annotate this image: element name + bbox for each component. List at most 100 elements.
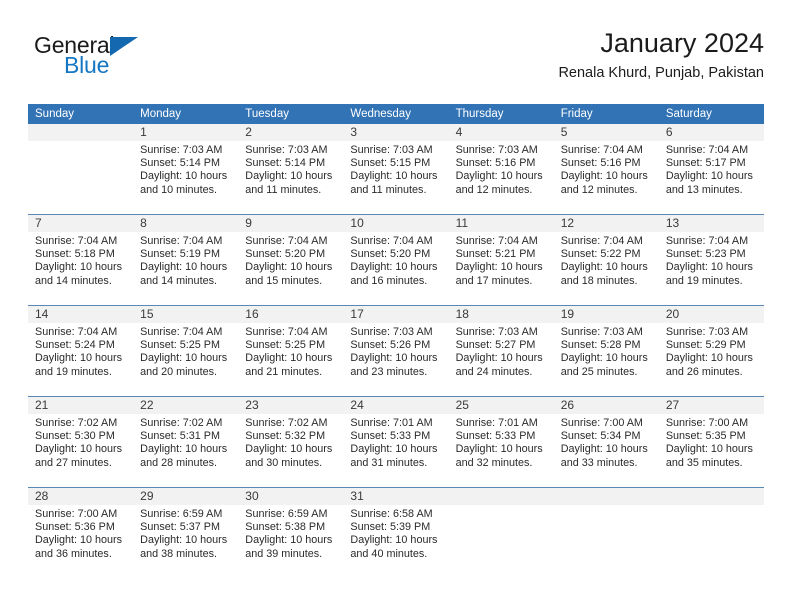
- sunrise-text: Sunrise: 6:58 AM: [350, 508, 433, 520]
- day-details: Sunrise: 7:00 AM Sunset: 5:35 PM Daylight:…: [659, 414, 764, 470]
- day-number: 25: [448, 397, 554, 414]
- day-number: 28: [28, 488, 134, 505]
- sunset-text: Sunset: 5:34 PM: [560, 430, 641, 443]
- day-cell[interactable]: 6 Sunrise: 7:04 AM Sunset: 5:17 PM Daylight…: [658, 124, 764, 214]
- daylight-text: Daylight: 10 hours and 20 minutes.: [140, 352, 228, 378]
- weekday-header-friday: Friday: [560, 108, 593, 120]
- day-cell[interactable]: 5 Sunrise: 7:04 AM Sunset: 5:16 PM Daylight…: [553, 124, 659, 214]
- day-cell[interactable]: 16 Sunrise: 7:04 AM Sunset: 5:25 PM Dayligh…: [238, 306, 344, 396]
- day-number: 2: [238, 124, 344, 141]
- day-cell[interactable]: 3 Sunrise: 7:03 AM Sunset: 5:15 PM Daylight…: [343, 124, 449, 214]
- daylight-text: Daylight: 10 hours and 11 minutes.: [245, 170, 333, 196]
- day-number: 29: [133, 488, 239, 505]
- sunrise-text: Sunrise: 7:02 AM: [35, 417, 118, 429]
- daylight-text: Daylight: 10 hours and 12 minutes.: [560, 170, 648, 196]
- sunset-text: Sunset: 5:17 PM: [665, 157, 746, 170]
- day-cell[interactable]: 4 Sunrise: 7:03 AM Sunset: 5:16 PM Daylight…: [448, 124, 554, 214]
- sunset-text: Sunset: 5:35 PM: [665, 430, 746, 443]
- calendar-week-row: 7 Sunrise: 7:04 AM Sunset: 5:18 PM Daylight…: [28, 214, 764, 305]
- sunset-text: Sunset: 5:23 PM: [665, 248, 746, 261]
- day-details: Sunrise: 7:02 AM Sunset: 5:31 PM Daylight:…: [133, 414, 238, 470]
- day-number: 19: [553, 306, 659, 323]
- day-cell[interactable]: 28 Sunrise: 7:00 AM Sunset: 5:36 PM Dayligh…: [28, 488, 134, 578]
- daylight-text: Daylight: 10 hours and 17 minutes.: [455, 261, 543, 287]
- day-cell[interactable]: 26 Sunrise: 7:00 AM Sunset: 5:34 PM Dayligh…: [553, 397, 659, 487]
- daylight-text: Daylight: 10 hours and 40 minutes.: [350, 534, 438, 560]
- day-cell[interactable]: 12 Sunrise: 7:04 AM Sunset: 5:22 PM Dayligh…: [553, 215, 659, 305]
- day-cell[interactable]: 14 Sunrise: 7:04 AM Sunset: 5:24 PM Dayligh…: [28, 306, 134, 396]
- sunrise-text: Sunrise: 7:03 AM: [665, 326, 749, 338]
- day-number: [553, 488, 659, 505]
- day-number: 18: [448, 306, 554, 323]
- day-details: Sunrise: 7:04 AM Sunset: 5:22 PM Daylight:…: [554, 232, 659, 288]
- day-cell[interactable]: 25 Sunrise: 7:01 AM Sunset: 5:33 PM Dayligh…: [448, 397, 554, 487]
- sunset-text: Sunset: 5:29 PM: [665, 339, 746, 352]
- day-number: 16: [238, 306, 344, 323]
- daylight-text: Daylight: 10 hours and 38 minutes.: [140, 534, 228, 560]
- sunset-text: Sunset: 5:25 PM: [245, 339, 326, 352]
- sunset-text: Sunset: 5:36 PM: [35, 521, 115, 534]
- day-number: 31: [343, 488, 449, 505]
- day-cell[interactable]: 29 Sunrise: 6:59 AM Sunset: 5:37 PM Dayligh…: [133, 488, 239, 578]
- day-number: 3: [343, 124, 449, 141]
- page-title: January 2024: [600, 28, 764, 58]
- day-cell[interactable]: 21 Sunrise: 7:02 AM Sunset: 5:30 PM Dayligh…: [28, 397, 134, 487]
- calendar-grid: Sunday Monday Tuesday Wednesday Thursday Frid…: [28, 104, 764, 578]
- calendar-week-row: 14 Sunrise: 7:04 AM Sunset: 5:24 PM Dayligh…: [28, 305, 764, 396]
- sunrise-text: Sunrise: 7:03 AM: [350, 326, 433, 338]
- day-details: Sunrise: 7:04 AM Sunset: 5:18 PM Daylight:…: [28, 232, 133, 288]
- daylight-text: Daylight: 10 hours and 18 minutes.: [560, 261, 648, 287]
- day-cell[interactable]: 7 Sunrise: 7:04 AM Sunset: 5:18 PM Daylight…: [28, 215, 134, 305]
- sunset-text: Sunset: 5:20 PM: [350, 248, 431, 261]
- day-cell[interactable]: 13 Sunrise: 7:04 AM Sunset: 5:23 PM Dayligh…: [658, 215, 764, 305]
- day-cell[interactable]: 11 Sunrise: 7:04 AM Sunset: 5:21 PM Dayligh…: [448, 215, 554, 305]
- sunrise-text: Sunrise: 7:04 AM: [665, 235, 749, 247]
- day-number: 22: [133, 397, 239, 414]
- sunset-text: Sunset: 5:33 PM: [350, 430, 431, 443]
- sunrise-text: Sunrise: 7:00 AM: [560, 417, 643, 429]
- daylight-text: Daylight: 10 hours and 10 minutes.: [140, 170, 228, 196]
- day-cell[interactable]: 15 Sunrise: 7:04 AM Sunset: 5:25 PM Dayligh…: [133, 306, 239, 396]
- daylight-text: Daylight: 10 hours and 16 minutes.: [350, 261, 438, 287]
- day-cell[interactable]: 20 Sunrise: 7:03 AM Sunset: 5:29 PM Dayligh…: [658, 306, 764, 396]
- day-number: 13: [658, 215, 764, 232]
- day-number: 9: [238, 215, 344, 232]
- day-details: Sunrise: 7:02 AM Sunset: 5:30 PM Daylight:…: [28, 414, 133, 470]
- day-cell[interactable]: 22 Sunrise: 7:02 AM Sunset: 5:31 PM Dayligh…: [133, 397, 239, 487]
- day-cell[interactable]: 10 Sunrise: 7:04 AM Sunset: 5:20 PM Dayligh…: [343, 215, 449, 305]
- day-cell[interactable]: 8 Sunrise: 7:04 AM Sunset: 5:19 PM Daylight…: [133, 215, 239, 305]
- sunrise-text: Sunrise: 7:04 AM: [35, 235, 118, 247]
- day-details: Sunrise: 7:04 AM Sunset: 5:21 PM Daylight:…: [449, 232, 554, 288]
- day-cell[interactable]: 1 Sunrise: 7:03 AM Sunset: 5:14 PM Daylight…: [133, 124, 239, 214]
- day-number: 5: [553, 124, 659, 141]
- day-cell[interactable]: 9 Sunrise: 7:04 AM Sunset: 5:20 PM Daylight…: [238, 215, 344, 305]
- day-cell[interactable]: 31 Sunrise: 6:58 AM Sunset: 5:39 PM Dayligh…: [343, 488, 449, 578]
- day-details: Sunrise: 7:04 AM Sunset: 5:20 PM Daylight:…: [343, 232, 448, 288]
- daylight-text: Daylight: 10 hours and 33 minutes.: [560, 443, 648, 469]
- day-cell[interactable]: 2 Sunrise: 7:03 AM Sunset: 5:14 PM Daylight…: [238, 124, 344, 214]
- day-cell[interactable]: 27 Sunrise: 7:00 AM Sunset: 5:35 PM Dayligh…: [658, 397, 764, 487]
- day-details: Sunrise: 7:04 AM Sunset: 5:17 PM Daylight:…: [659, 141, 764, 197]
- daylight-text: Daylight: 10 hours and 14 minutes.: [140, 261, 228, 287]
- sunrise-text: Sunrise: 7:04 AM: [245, 326, 328, 338]
- daylight-text: Daylight: 10 hours and 21 minutes.: [245, 352, 333, 378]
- weekday-header-row: Sunday Monday Tuesday Wednesday Thursday Frid…: [28, 104, 764, 124]
- day-cell[interactable]: 18 Sunrise: 7:03 AM Sunset: 5:27 PM Dayligh…: [448, 306, 554, 396]
- day-cell[interactable]: 30 Sunrise: 6:59 AM Sunset: 5:38 PM Dayligh…: [238, 488, 344, 578]
- day-details: Sunrise: 7:00 AM Sunset: 5:36 PM Daylight:…: [28, 505, 133, 561]
- sunrise-text: Sunrise: 7:03 AM: [350, 144, 433, 156]
- weekday-header-monday: Monday: [140, 108, 182, 120]
- sunrise-text: Sunrise: 7:03 AM: [560, 326, 643, 338]
- day-number: 27: [658, 397, 764, 414]
- weekday-header-sunday: Sunday: [35, 108, 75, 120]
- day-cell[interactable]: 23 Sunrise: 7:02 AM Sunset: 5:32 PM Dayligh…: [238, 397, 344, 487]
- day-details: Sunrise: 7:04 AM Sunset: 5:25 PM Daylight:…: [238, 323, 343, 379]
- sunset-text: Sunset: 5:20 PM: [245, 248, 326, 261]
- sunrise-text: Sunrise: 7:02 AM: [140, 417, 223, 429]
- day-number: 7: [28, 215, 134, 232]
- day-cell[interactable]: 19 Sunrise: 7:03 AM Sunset: 5:28 PM Dayligh…: [553, 306, 659, 396]
- day-cell[interactable]: 24 Sunrise: 7:01 AM Sunset: 5:33 PM Dayligh…: [343, 397, 449, 487]
- weekday-header-saturday: Saturday: [665, 108, 712, 120]
- day-cell[interactable]: 17 Sunrise: 7:03 AM Sunset: 5:26 PM Dayligh…: [343, 306, 449, 396]
- day-cell-empty: [658, 488, 764, 578]
